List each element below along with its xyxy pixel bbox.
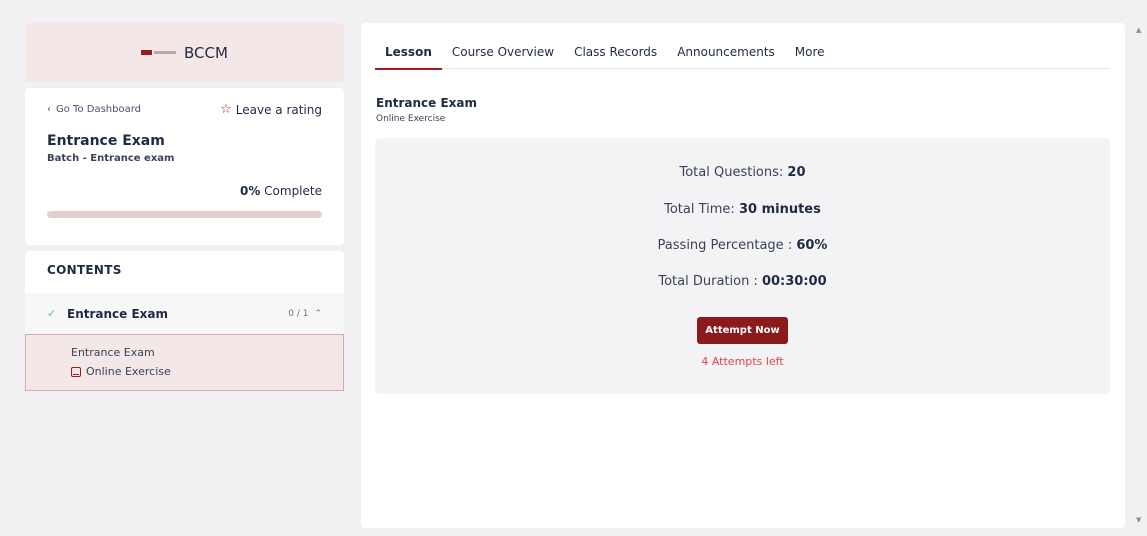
leave-rating-link[interactable]: ☆ Leave a rating — [220, 102, 322, 117]
section-name: Entrance Exam — [67, 306, 169, 321]
scroll-up-icon[interactable]: ▲ — [1136, 26, 1141, 34]
check-circle-icon: ✓ — [47, 307, 57, 320]
attempt-now-button[interactable]: Attempt Now — [697, 317, 788, 344]
total-time: Total Time: 30 minutes — [375, 202, 1110, 217]
progress-suffix: Complete — [260, 184, 322, 198]
course-progress-card: ‹ Go To Dashboard ☆ Leave a rating Entra… — [25, 88, 344, 245]
tab-more[interactable]: More — [785, 37, 835, 69]
exam-info-box: Total Questions: 20 Total Time: 30 minut… — [375, 138, 1110, 394]
go-to-dashboard-label: Go To Dashboard — [56, 104, 142, 115]
contents-title: CONTENTS — [47, 263, 122, 277]
tab-bar: Lesson Course Overview Class Records Ann… — [375, 37, 1110, 70]
tab-announcements[interactable]: Announcements — [667, 37, 785, 69]
lesson-title: Entrance Exam — [376, 96, 478, 110]
tab-class-records[interactable]: Class Records — [564, 37, 667, 69]
page-scrollbar[interactable]: ▲ ▼ — [1133, 0, 1147, 536]
batch-name: Batch - Entrance exam — [47, 153, 175, 164]
attempts-left: 4 Attempts left — [701, 355, 784, 368]
total-duration: Total Duration : 00:30:00 — [375, 274, 1110, 289]
total-time-label: Total Time: — [664, 202, 739, 217]
go-to-dashboard-link[interactable]: ‹ Go To Dashboard — [47, 104, 141, 115]
left-sidebar: BCCM ‹ Go To Dashboard ☆ Leave a rating … — [25, 23, 344, 391]
total-time-value: 30 minutes — [738, 202, 821, 217]
course-title: Entrance Exam — [47, 133, 165, 149]
progress-label: 0% Complete — [47, 184, 322, 198]
lesson-header: Entrance Exam Online Exercise — [376, 96, 477, 124]
chevron-left-icon: ‹ — [47, 104, 51, 115]
main-panel: Lesson Course Overview Class Records Ann… — [361, 23, 1125, 528]
section-count-value: 0 / 1 — [288, 308, 309, 319]
progress-value: 0% — [239, 184, 261, 198]
total-questions-value: 20 — [787, 165, 806, 180]
tab-course-overview[interactable]: Course Overview — [442, 37, 564, 69]
leave-rating-label: Leave a rating — [235, 102, 322, 117]
book-icon — [71, 366, 81, 377]
total-questions-label: Total Questions: — [679, 165, 788, 180]
chevron-up-icon[interactable]: ⌃ — [314, 309, 322, 319]
contents-header: CONTENTS — [25, 251, 344, 293]
lesson-item-type: Online Exercise — [71, 365, 298, 378]
total-duration-value: 00:30:00 — [761, 274, 827, 289]
total-questions: Total Questions: 20 — [375, 165, 1110, 180]
passing-percentage-value: 60% — [796, 238, 828, 253]
total-duration-label: Total Duration : — [658, 274, 762, 289]
lesson-item-entrance-exam[interactable]: Entrance Exam Online Exercise — [25, 334, 344, 391]
brand-header[interactable]: BCCM — [25, 23, 344, 82]
progress-bar — [47, 211, 322, 218]
scroll-down-icon[interactable]: ▼ — [1136, 516, 1141, 524]
tab-lesson[interactable]: Lesson — [375, 37, 442, 70]
passing-percentage-label: Passing Percentage : — [657, 238, 797, 253]
brand-logo — [141, 50, 177, 55]
lesson-item-type-label: Online Exercise — [86, 365, 171, 378]
star-icon: ☆ — [220, 102, 232, 117]
section-entrance-exam[interactable]: ✓ Entrance Exam 0 / 1 ⌃ — [25, 293, 344, 334]
passing-percentage: Passing Percentage : 60% — [375, 238, 1110, 253]
section-count: 0 / 1 ⌃ — [288, 309, 322, 319]
lesson-item-name: Entrance Exam — [71, 346, 155, 359]
lesson-subtitle: Online Exercise — [376, 114, 446, 124]
brand-name: BCCM — [184, 43, 228, 62]
